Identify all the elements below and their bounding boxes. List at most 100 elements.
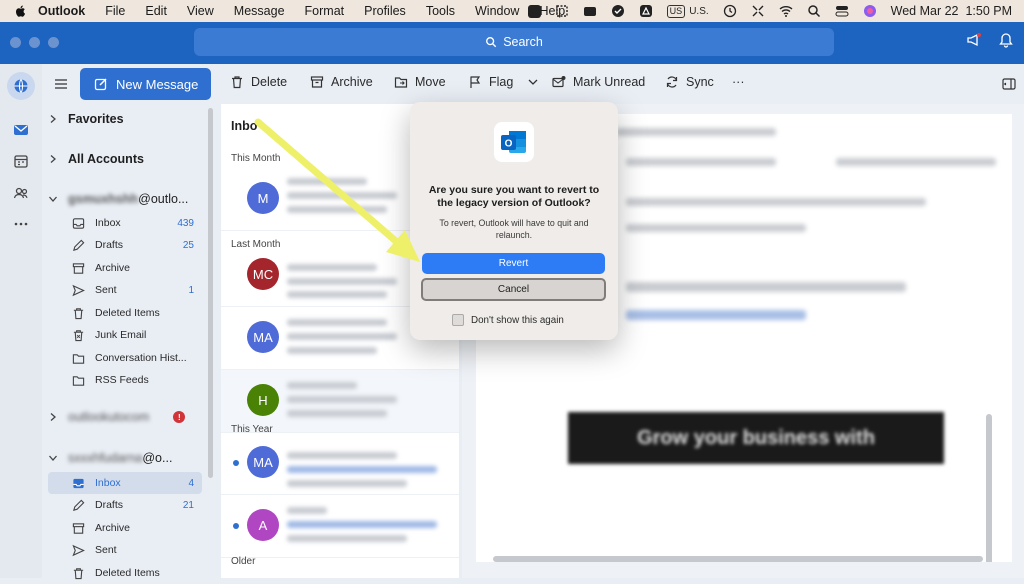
account-header-2[interactable]: outlookutocom !	[48, 410, 196, 424]
search-bar[interactable]: Search	[194, 28, 834, 56]
calendar-icon[interactable]	[13, 153, 29, 169]
body-line-blurred	[626, 282, 906, 292]
chevron-right-icon	[50, 413, 56, 421]
archive-icon	[310, 76, 324, 88]
wallet-icon[interactable]	[583, 4, 597, 18]
drive-icon[interactable]	[639, 4, 653, 18]
unread-count: 4	[188, 477, 194, 489]
junk-icon	[73, 329, 84, 341]
menu-tools[interactable]: Tools	[426, 4, 455, 18]
hamburger-menu-icon[interactable]	[54, 77, 68, 91]
folder-inbox[interactable]: Inbox 439	[48, 212, 202, 234]
reading-pane-scrollbar[interactable]	[986, 414, 992, 562]
message-row[interactable]: A	[221, 495, 459, 558]
folder-archive[interactable]: Archive	[48, 517, 202, 539]
chevron-down-icon[interactable]	[526, 75, 540, 89]
all-accounts-header[interactable]: All Accounts	[48, 152, 144, 166]
input-source-badge[interactable]: US	[666, 4, 686, 18]
preview-blurred	[287, 347, 377, 354]
new-message-label: New Message	[116, 76, 199, 92]
megaphone-icon[interactable]	[966, 32, 982, 48]
new-message-button[interactable]: New Message	[80, 68, 211, 100]
folder-label: Drafts	[95, 239, 124, 251]
menu-message[interactable]: Message	[234, 4, 285, 18]
dont-show-again-label: Don't show this again	[471, 314, 564, 326]
menu-window[interactable]: Window	[475, 4, 519, 18]
dont-show-again-checkbox[interactable]	[452, 314, 464, 326]
chevron-right-icon	[50, 155, 56, 163]
folder-conversation-history[interactable]: Conversation Hist...	[48, 347, 202, 369]
subject-line-blurred	[616, 128, 776, 136]
folder-sent[interactable]: Sent 1	[48, 279, 202, 301]
sync-button[interactable]: Sync	[665, 75, 714, 89]
folder-inbox-selected[interactable]: Inbox 4	[48, 472, 202, 494]
folder-pane-scrollbar[interactable]	[208, 108, 213, 478]
accounts-globe-button[interactable]	[7, 72, 35, 100]
reading-pane-horizontal-scrollbar[interactable]	[493, 556, 983, 562]
checkmark-icon[interactable]	[611, 4, 625, 18]
mail-icon[interactable]	[13, 122, 29, 138]
subject-blurred	[287, 192, 397, 199]
body-line-blurred	[626, 198, 926, 206]
favorites-header[interactable]: Favorites	[48, 112, 124, 126]
minimize-window-button[interactable]	[29, 37, 40, 48]
bell-icon[interactable]	[998, 32, 1014, 48]
spotlight-search-icon[interactable]	[807, 4, 821, 18]
dialog-title: Are you sure you want to revert to the l…	[428, 184, 600, 209]
more-actions-button[interactable]: ···	[732, 75, 745, 89]
avatar: A	[247, 509, 279, 541]
cancel-button[interactable]: Cancel	[421, 278, 606, 301]
siri-icon[interactable]	[863, 4, 877, 18]
message-list-title: Inbo	[231, 119, 258, 133]
account-header-1[interactable]: gsmuxhshh@outlo...	[48, 192, 188, 206]
flag-button[interactable]: Flag	[468, 75, 540, 89]
compose-icon	[94, 78, 107, 91]
reading-pane-toggle-icon[interactable]	[1002, 77, 1016, 91]
menu-file[interactable]: File	[105, 4, 125, 18]
time-machine-icon[interactable]	[723, 4, 737, 18]
close-window-button[interactable]	[10, 37, 21, 48]
svg-text:O: O	[505, 139, 513, 150]
expand-arrows-icon[interactable]	[751, 4, 765, 18]
more-apps-icon[interactable]	[13, 216, 29, 232]
folder-deleted-items[interactable]: Deleted Items	[48, 562, 202, 584]
subject-blurred	[287, 278, 397, 285]
menu-edit[interactable]: Edit	[145, 4, 167, 18]
account-header-3[interactable]: sxxxhfudarna@o...	[48, 451, 172, 465]
folder-drafts[interactable]: Drafts 25	[48, 234, 202, 256]
menu-view[interactable]: View	[187, 4, 214, 18]
screenshot-icon[interactable]	[555, 4, 569, 18]
skype-status-icon[interactable]	[527, 4, 541, 18]
revert-button[interactable]: Revert	[422, 253, 605, 274]
promo-banner-blurred: Grow your business with	[568, 412, 944, 464]
archive-button[interactable]: Archive	[310, 75, 373, 89]
menu-profiles[interactable]: Profiles	[364, 4, 406, 18]
message-row[interactable]: MA	[221, 432, 459, 495]
menu-app-outlook[interactable]: Outlook	[38, 4, 85, 18]
more-actions-label: ···	[732, 75, 745, 89]
people-icon[interactable]	[13, 185, 29, 201]
folder-sent[interactable]: Sent	[48, 539, 202, 561]
zoom-window-button[interactable]	[48, 37, 59, 48]
apple-logo-icon[interactable]	[14, 4, 28, 18]
folder-drafts[interactable]: Drafts 21	[48, 494, 202, 516]
control-center-icon[interactable]	[835, 4, 849, 18]
move-label: Move	[415, 75, 446, 89]
preview-blurred	[287, 480, 407, 487]
sent-icon	[72, 284, 85, 296]
avatar: MA	[247, 321, 279, 353]
wifi-icon[interactable]	[779, 4, 793, 18]
dont-show-again-option[interactable]: Don't show this again	[452, 314, 564, 326]
mark-unread-label: Mark Unread	[573, 75, 646, 89]
menu-format[interactable]: Format	[305, 4, 345, 18]
revert-confirmation-dialog: O Are you sure you want to revert to the…	[410, 102, 618, 340]
clock-datetime[interactable]: Wed Mar 22 1:50 PM	[891, 4, 1012, 18]
delete-button[interactable]: Delete	[230, 75, 287, 89]
move-button[interactable]: Move	[394, 75, 446, 89]
folder-deleted-items[interactable]: Deleted Items	[48, 302, 202, 324]
folder-archive[interactable]: Archive	[48, 257, 202, 279]
folder-junk-email[interactable]: Junk Email	[48, 324, 202, 346]
mark-unread-button[interactable]: Mark Unread	[552, 75, 645, 89]
unread-count: 1	[188, 284, 194, 296]
folder-rss-feeds[interactable]: RSS Feeds	[48, 369, 202, 391]
